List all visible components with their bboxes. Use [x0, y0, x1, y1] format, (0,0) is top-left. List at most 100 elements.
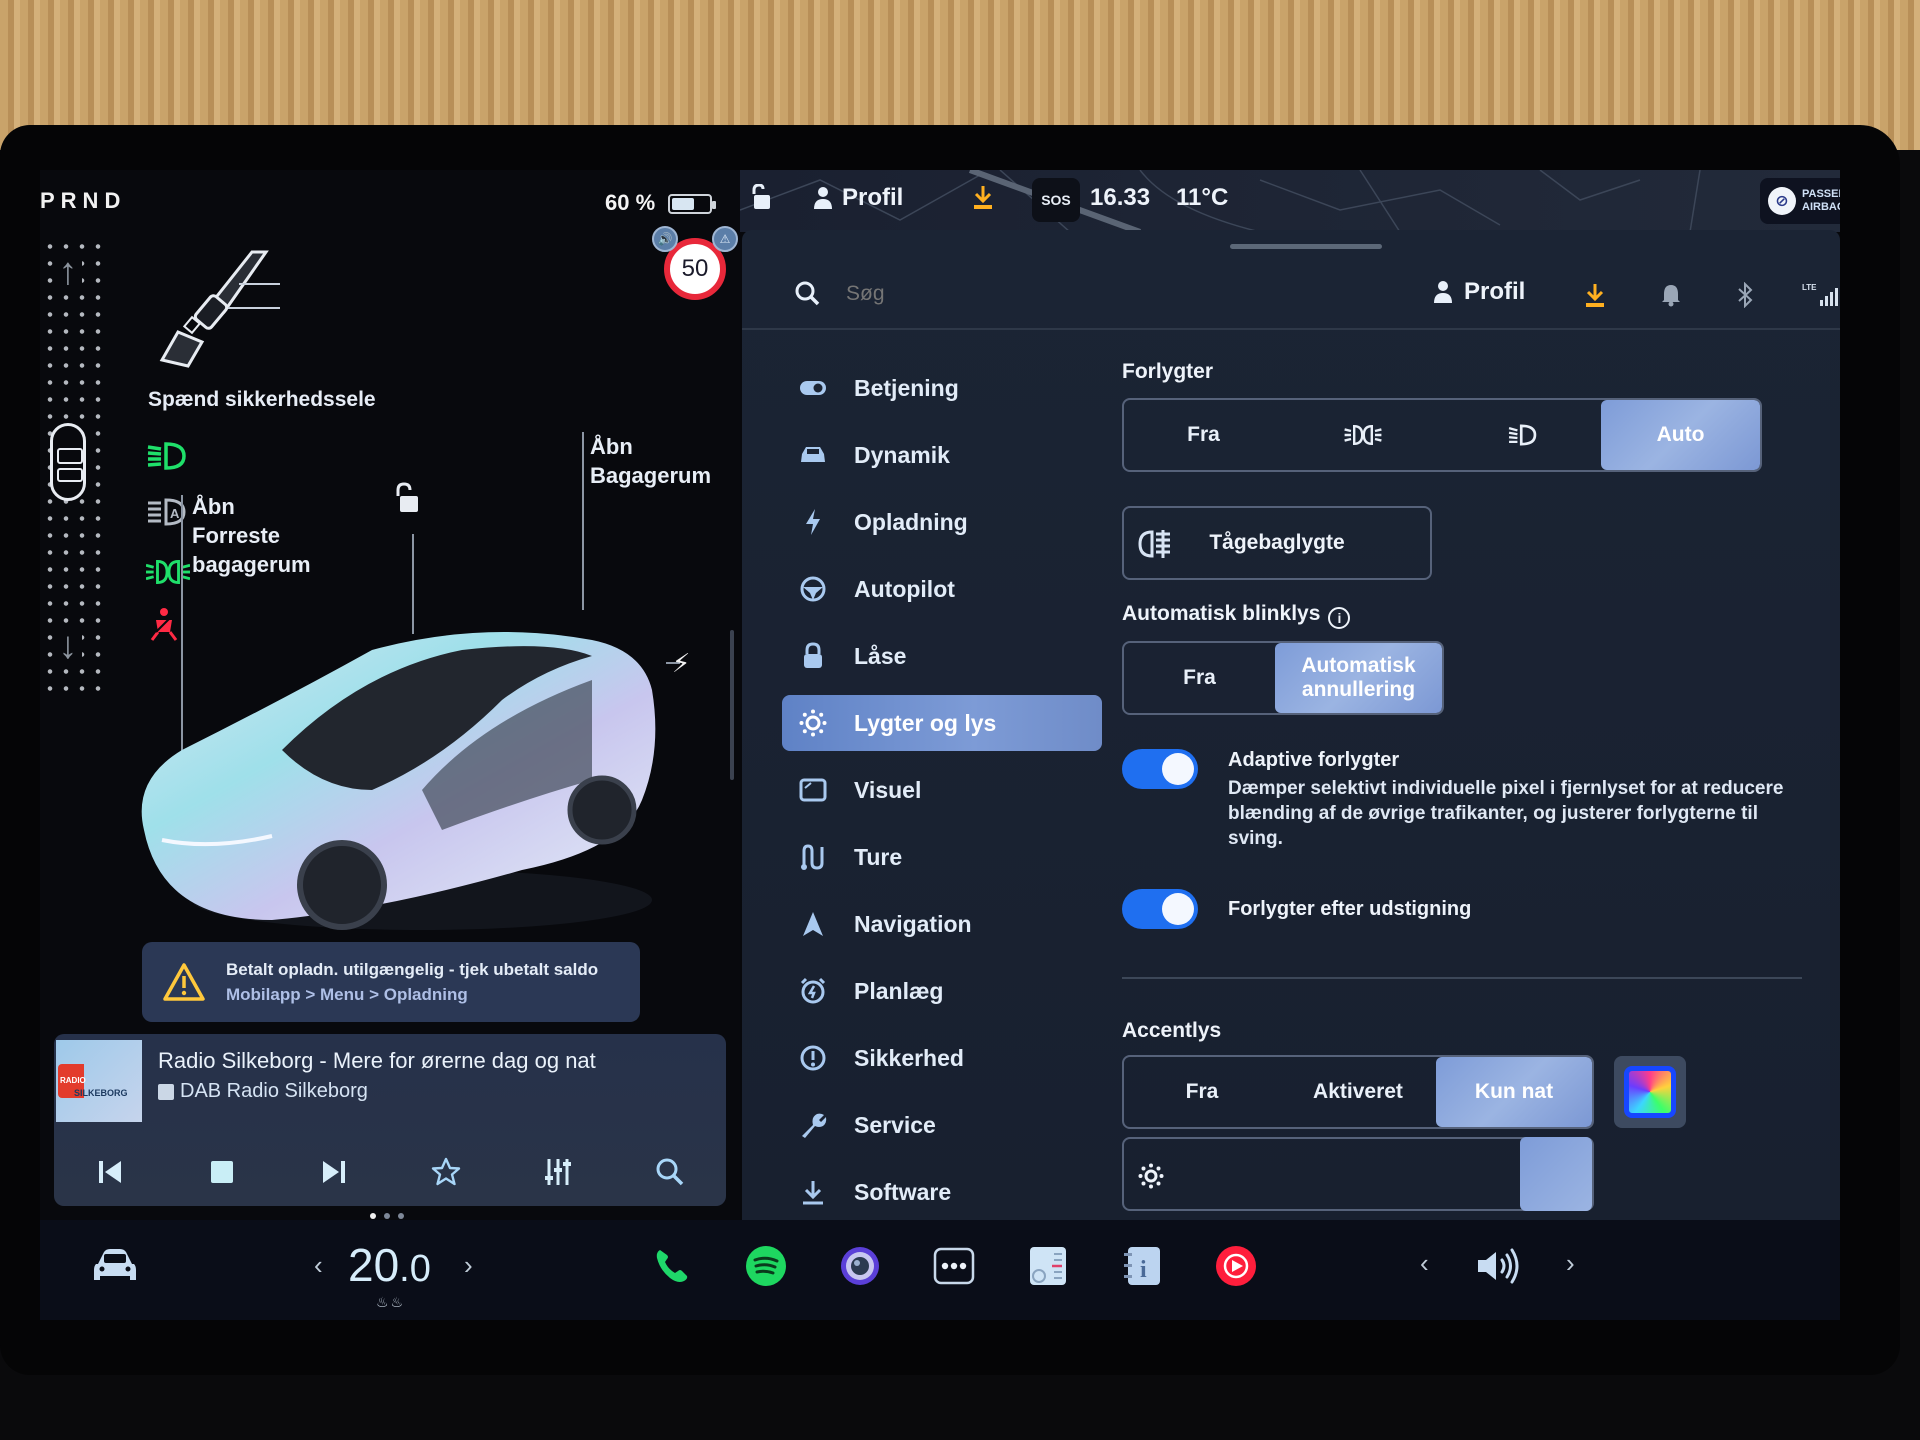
cabin-temperature[interactable]: 20.0 [348, 1238, 431, 1292]
auto-blinker-auto-cancel-button[interactable]: Automatisk annullering [1275, 643, 1442, 713]
panel-drag-handle[interactable] [1230, 244, 1382, 249]
youtube-music-icon [1216, 1246, 1256, 1286]
headlights-after-exit-toggle[interactable] [1122, 889, 1198, 929]
sun-icon [798, 708, 828, 738]
headlights-low-beam-button[interactable] [1442, 400, 1601, 470]
section-divider [1122, 977, 1802, 979]
volume-increase-button[interactable]: › [1566, 1248, 1575, 1279]
nav-item-software[interactable]: Software [782, 1164, 1102, 1220]
nav-item-label: Låse [854, 642, 907, 669]
notifications-button[interactable] [1658, 282, 1684, 308]
settings-nav: Betjening Dynamik Opladning Autopilot Låse Ly… [782, 360, 1102, 1231]
seat-heater-icon[interactable]: ♨♨ [376, 1294, 405, 1311]
page-dot[interactable] [370, 1213, 376, 1219]
auto-blinker-off-button[interactable]: Fra [1124, 643, 1275, 713]
gear-car-icon[interactable] [50, 423, 86, 501]
car-icon [798, 440, 828, 470]
open-frunk-callout[interactable]: Åbn Forreste bagagerum [192, 492, 311, 579]
info-icon[interactable]: i [1328, 607, 1351, 629]
nav-item-ture[interactable]: Ture [782, 829, 1102, 885]
nav-item-betjening[interactable]: Betjening [782, 360, 1102, 416]
stop-button[interactable] [202, 1152, 242, 1192]
phone-app-button[interactable] [650, 1244, 694, 1288]
nav-item-visuel[interactable]: Visuel [782, 762, 1102, 818]
nav-item-sikkerhed[interactable]: Sikkerhed [782, 1030, 1102, 1086]
charging-alert-banner[interactable]: Betalt opladn. utilgængelig - tjek ubeta… [142, 942, 640, 1022]
nav-item-opladning[interactable]: Opladning [782, 494, 1102, 550]
frunk-callout-line: Åbn [192, 494, 235, 519]
skip-forward-icon [323, 1161, 345, 1183]
accent-lights-row: Fra Aktiveret Kun nat [1122, 1055, 1802, 1129]
nav-item-dynamik[interactable]: Dynamik [782, 427, 1102, 483]
frunk-callout-line: Forreste [192, 523, 281, 548]
nav-item-label: Service [854, 1111, 936, 1138]
profile-button[interactable]: Profil [812, 184, 903, 212]
spotify-app-button[interactable] [744, 1244, 788, 1288]
accent-lights-night-only-button[interactable]: Kun nat [1436, 1057, 1592, 1127]
favorite-button[interactable] [426, 1152, 466, 1192]
software-update-button[interactable] [972, 184, 994, 210]
nav-item-planlæg[interactable]: Planlæg [782, 963, 1102, 1019]
page-dot[interactable] [398, 1213, 404, 1219]
open-trunk-callout[interactable]: Åbn Bagagerum [590, 432, 711, 490]
temp-increase-button[interactable]: › [464, 1250, 473, 1281]
headlights-off-button[interactable]: Fra [1124, 400, 1283, 470]
frunk-callout-line: bagagerum [192, 552, 311, 577]
status-bar: Profil SOS 16.33 11°C ⊘ PASSENGER AIRBAG… [740, 170, 1840, 232]
battery-percent: 60 % [605, 190, 656, 215]
equalizer-button[interactable] [538, 1152, 578, 1192]
owners-manual-app-button[interactable]: i [1120, 1244, 1164, 1288]
speed-chime-icon[interactable]: 🔊 [652, 226, 678, 252]
nav-item-navigation[interactable]: Navigation [782, 896, 1102, 952]
car-controls-icon[interactable] [92, 1246, 138, 1286]
settings-search-input[interactable] [846, 282, 1146, 306]
person-icon [1434, 281, 1452, 303]
gear-up-arrow-icon[interactable]: ↑ [54, 252, 82, 292]
nav-item-autopilot[interactable]: Autopilot [782, 561, 1102, 617]
speed-warning-icon[interactable]: ⚠ [712, 226, 738, 252]
clock-time: 16.33 [1090, 184, 1151, 211]
accent-lights-off-button[interactable]: Fra [1124, 1057, 1280, 1127]
unlock-icon[interactable] [392, 482, 420, 514]
rear-fog-light-button[interactable]: Tågebaglygte [1122, 506, 1432, 580]
volume-icon[interactable] [1474, 1246, 1524, 1286]
brightness-slider-thumb[interactable] [1520, 1137, 1592, 1211]
search-icon[interactable] [794, 280, 820, 306]
brightness-icon [1138, 1163, 1164, 1189]
gear-down-arrow-icon[interactable]: ↓ [54, 626, 82, 666]
header-profile-button[interactable]: Profil [1432, 278, 1525, 306]
headlights-auto-button[interactable]: Auto [1601, 400, 1760, 470]
next-track-button[interactable] [314, 1152, 354, 1192]
accent-brightness-slider[interactable] [1122, 1137, 1594, 1211]
nav-item-låse[interactable]: Låse [782, 628, 1102, 684]
adaptive-headlights-toggle[interactable] [1122, 749, 1198, 789]
media-controls [54, 1142, 726, 1202]
battery-fill [672, 198, 694, 210]
sos-button[interactable]: SOS [1032, 178, 1080, 222]
spotify-icon [746, 1246, 786, 1286]
vehicle-render [141, 632, 656, 930]
trunk-callout-line-marker [582, 432, 584, 610]
media-search-button[interactable] [650, 1152, 690, 1192]
seatbelt-warning-icon [159, 250, 280, 368]
map-background [740, 170, 1701, 232]
accent-color-picker-button[interactable] [1614, 1056, 1686, 1128]
previous-track-button[interactable] [90, 1152, 130, 1192]
page-dot[interactable] [384, 1213, 390, 1219]
youtube-music-app-button[interactable] [1214, 1244, 1258, 1288]
nav-item-service[interactable]: Service [782, 1097, 1102, 1153]
nav-item-lygter-og-lys[interactable]: Lygter og lys [782, 695, 1102, 751]
rear-fog-light-icon [1138, 530, 1170, 558]
volume-decrease-button[interactable]: ‹ [1420, 1248, 1429, 1279]
camera-app-button[interactable] [838, 1244, 882, 1288]
lock-status-button[interactable] [750, 184, 772, 210]
headlights-parking-button[interactable] [1283, 400, 1442, 470]
header-download-button[interactable] [1582, 282, 1608, 308]
temp-decrease-button[interactable]: ‹ [314, 1250, 323, 1281]
toybox-app-button[interactable] [1026, 1244, 1070, 1288]
media-page-dots[interactable] [370, 1213, 404, 1219]
more-apps-button[interactable] [932, 1244, 976, 1288]
bluetooth-button[interactable] [1732, 282, 1758, 308]
accent-lights-on-button[interactable]: Aktiveret [1280, 1057, 1436, 1127]
charge-port-icon[interactable]: ⚡ [672, 648, 690, 679]
